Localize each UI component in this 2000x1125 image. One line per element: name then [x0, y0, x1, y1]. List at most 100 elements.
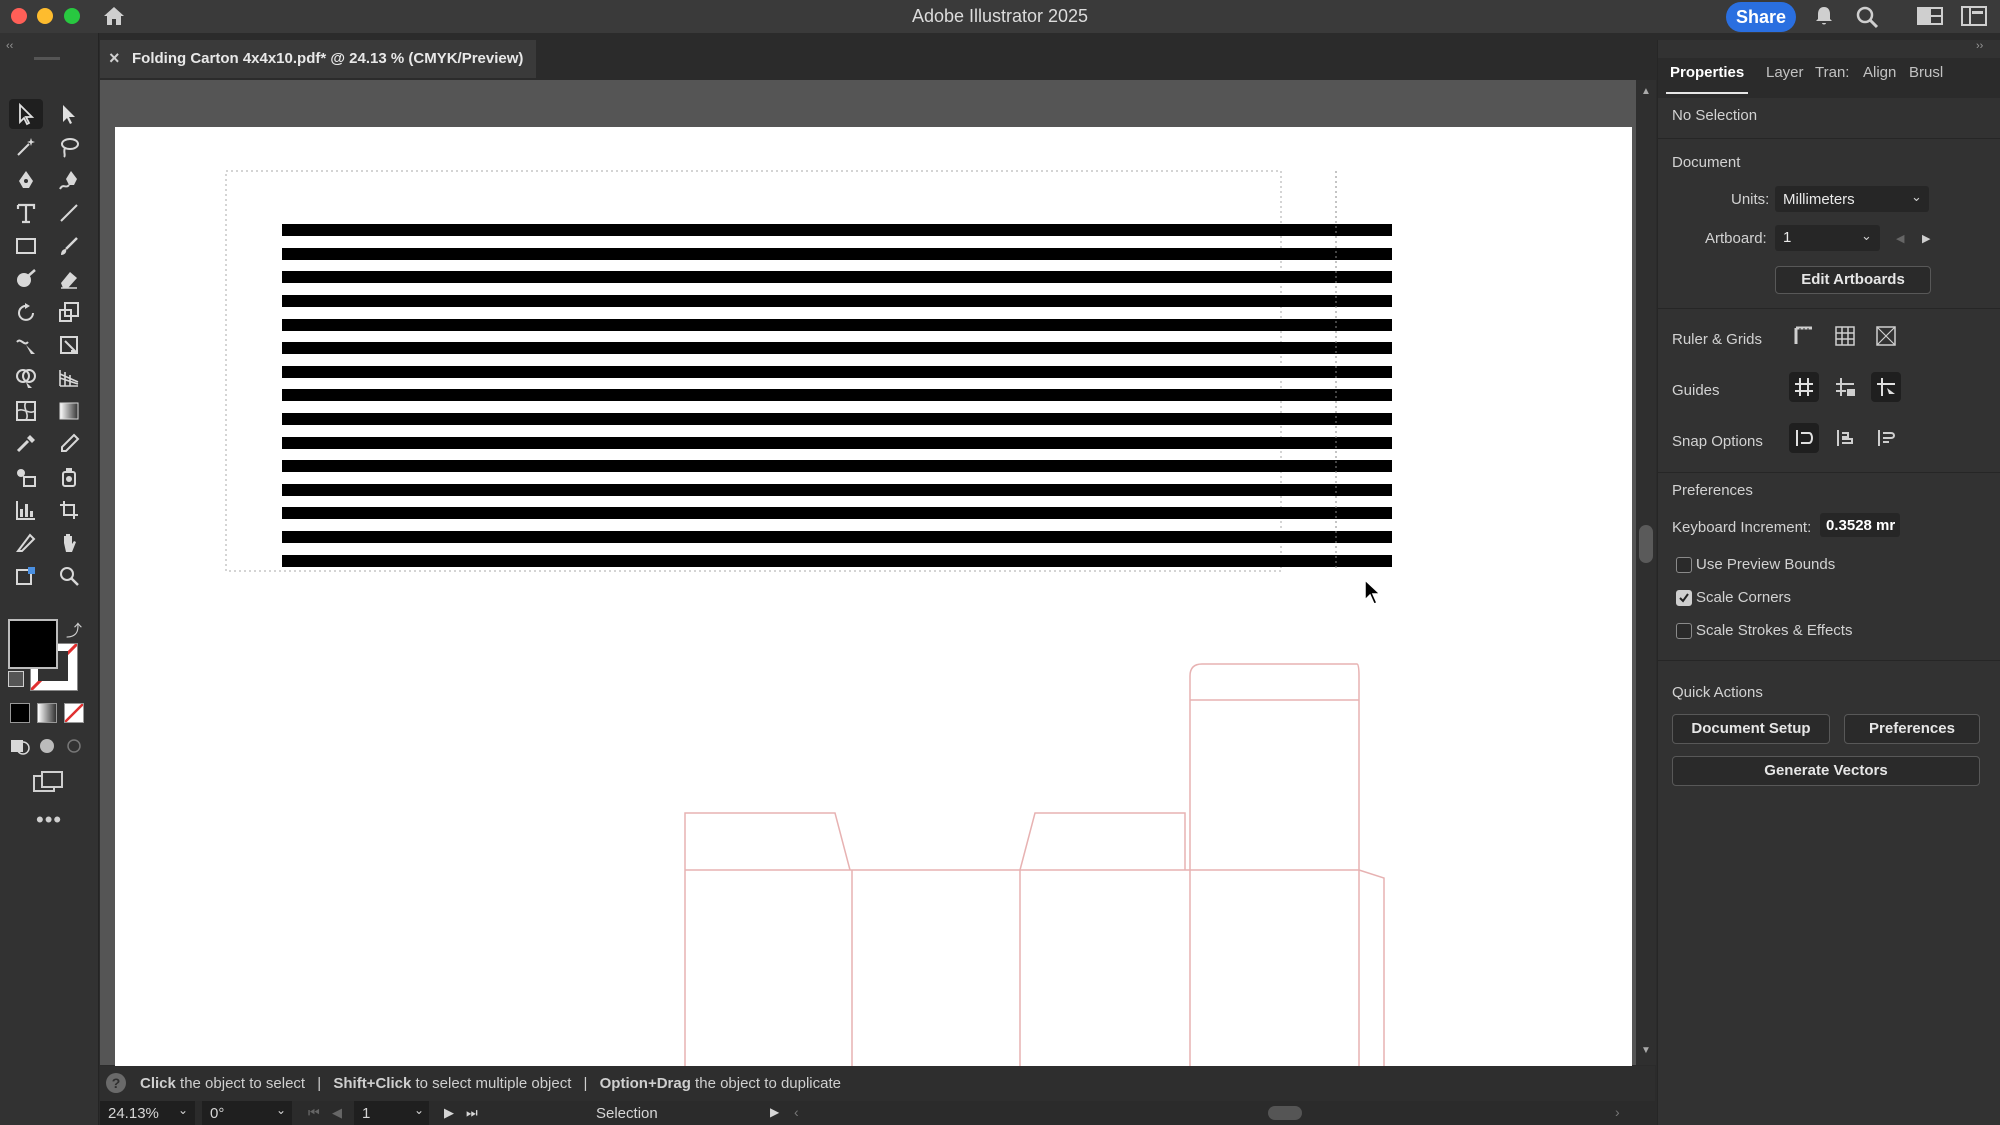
zoom-tool-icon[interactable] — [52, 561, 86, 591]
gradient-tool-icon[interactable] — [52, 396, 86, 426]
carton-dieline[interactable] — [684, 663, 1385, 1067]
units-select[interactable]: Millimeters ⌄ — [1775, 186, 1929, 212]
shape-builder-tool-icon[interactable] — [9, 363, 43, 393]
prev-artboard-panel-icon[interactable]: ◀ — [1896, 232, 1904, 245]
vertical-scrollbar[interactable]: ▲ ▼ — [1636, 80, 1656, 1065]
scroll-left-icon[interactable]: ‹ — [794, 1104, 799, 1120]
toggle-screen-mode-icon[interactable] — [9, 561, 43, 591]
more-tools-icon[interactable]: ••• — [36, 807, 62, 833]
chevron-down-icon[interactable]: ⌄ — [1861, 228, 1872, 244]
draw-inside-icon[interactable] — [64, 736, 84, 756]
rotation-field[interactable]: 0° ⌄ — [202, 1101, 292, 1125]
eyedropper-tool-icon[interactable] — [9, 429, 43, 459]
fill-swatch[interactable] — [8, 619, 58, 669]
symbol-sprayer-tool-icon[interactable] — [52, 462, 86, 492]
none-mode-icon[interactable] — [64, 703, 84, 723]
artboard[interactable] — [115, 127, 1632, 1067]
first-artboard-icon[interactable]: ⏮ — [308, 1105, 320, 1121]
rectangle-tool-icon[interactable] — [9, 231, 43, 261]
chevron-down-icon[interactable]: ⌄ — [1911, 189, 1922, 205]
collapse-toolbar-icon[interactable]: ‹‹ — [6, 40, 13, 52]
next-artboard-icon[interactable]: ▶ — [444, 1105, 454, 1121]
black-stripes[interactable] — [282, 224, 1392, 567]
prev-artboard-icon[interactable]: ◀ — [332, 1105, 342, 1121]
selection-tool-icon[interactable] — [9, 99, 43, 129]
tab-align[interactable]: Align — [1863, 64, 1896, 81]
perspective-grid-tool-icon[interactable] — [52, 363, 86, 393]
snap-to-pixel-icon[interactable] — [1830, 423, 1860, 453]
document-setup-button[interactable]: Document Setup — [1672, 714, 1830, 744]
keyboard-increment-input[interactable]: 0.3528 mr — [1820, 513, 1900, 537]
rotation-dropdown-icon[interactable]: ⌄ — [276, 1103, 286, 1117]
artboard-number-field[interactable]: 1 ⌄ — [354, 1101, 429, 1125]
horizontal-scroll-thumb[interactable] — [1268, 1106, 1302, 1120]
zoom-dropdown-icon[interactable]: ⌄ — [178, 1103, 188, 1117]
snap-to-point-icon[interactable] — [1789, 423, 1819, 453]
measure-tool-icon[interactable] — [52, 429, 86, 459]
document-tab[interactable]: × Folding Carton 4x4x10.pdf* @ 24.13 % (… — [100, 40, 536, 78]
show-guides-icon[interactable] — [1789, 372, 1819, 402]
share-button[interactable]: Share — [1726, 2, 1796, 32]
collapse-panel-icon[interactable]: ›› — [1976, 40, 1983, 52]
workspace-icon[interactable] — [1917, 5, 1943, 32]
draw-normal-icon[interactable] — [10, 736, 30, 756]
snap-to-glyph-icon[interactable] — [1871, 423, 1901, 453]
preferences-button[interactable]: Preferences — [1844, 714, 1980, 744]
draw-behind-icon[interactable] — [37, 736, 57, 756]
artboard-dropdown-icon[interactable]: ⌄ — [414, 1103, 424, 1117]
grid-icon[interactable] — [1830, 321, 1860, 351]
close-tab-icon[interactable]: × — [109, 48, 120, 69]
tab-transform[interactable]: Tran: — [1815, 64, 1849, 81]
magic-wand-tool-icon[interactable] — [9, 132, 43, 162]
blend-tool-icon[interactable] — [9, 462, 43, 492]
default-fill-stroke-icon[interactable] — [8, 671, 24, 687]
mesh-tool-icon[interactable] — [9, 396, 43, 426]
toolbar-grip[interactable] — [34, 57, 60, 60]
swap-fill-stroke-icon[interactable]: ⤴ — [66, 617, 82, 641]
scale-tool-icon[interactable] — [52, 297, 86, 327]
artboard-tool-icon[interactable] — [52, 495, 86, 525]
tab-properties[interactable]: Properties — [1670, 64, 1744, 81]
type-tool-icon[interactable] — [9, 198, 43, 228]
rotate-tool-icon[interactable] — [9, 297, 43, 327]
bell-icon[interactable] — [1813, 5, 1835, 32]
lasso-tool-icon[interactable] — [52, 132, 86, 162]
smart-guides-icon[interactable] — [1871, 372, 1901, 402]
lock-guides-icon[interactable] — [1830, 372, 1860, 402]
generate-vectors-button[interactable]: Generate Vectors — [1672, 756, 1980, 786]
shaper-tool-icon[interactable] — [9, 264, 43, 294]
paintbrush-tool-icon[interactable] — [52, 231, 86, 261]
transparency-grid-icon[interactable] — [1871, 321, 1901, 351]
ruler-icon[interactable] — [1789, 321, 1819, 351]
use-preview-bounds-checkbox[interactable] — [1676, 557, 1692, 573]
column-graph-tool-icon[interactable] — [9, 495, 43, 525]
pen-tool-icon[interactable] — [9, 165, 43, 195]
panel-toggle-icon[interactable] — [1961, 5, 1987, 32]
warp-tool-icon[interactable] — [9, 330, 43, 360]
scale-corners-checkbox[interactable] — [1676, 590, 1692, 606]
screen-mode-icon[interactable] — [32, 770, 64, 794]
scale-strokes-checkbox[interactable] — [1676, 623, 1692, 639]
gradient-mode-icon[interactable] — [37, 703, 57, 723]
scroll-right-icon[interactable]: › — [1615, 1104, 1620, 1120]
status-menu-icon[interactable]: ▶ — [770, 1105, 779, 1119]
search-icon[interactable] — [1855, 5, 1879, 34]
zoom-field[interactable]: 24.13% ⌄ — [100, 1101, 195, 1125]
curvature-tool-icon[interactable] — [52, 165, 86, 195]
tab-layers[interactable]: Layer — [1766, 64, 1804, 81]
vertical-scroll-thumb[interactable] — [1639, 525, 1653, 563]
tab-brushes[interactable]: Brusl — [1909, 64, 1943, 81]
scroll-down-icon[interactable]: ▼ — [1641, 1045, 1651, 1056]
eraser-tool-icon[interactable] — [52, 264, 86, 294]
free-transform-tool-icon[interactable] — [52, 330, 86, 360]
hand-tool-icon[interactable] — [52, 528, 86, 558]
last-artboard-icon[interactable]: ⏭ — [466, 1105, 478, 1121]
color-mode-icon[interactable] — [10, 703, 30, 723]
help-icon[interactable]: ? — [106, 1073, 126, 1093]
next-artboard-panel-icon[interactable]: ▶ — [1922, 232, 1930, 245]
direct-selection-tool-icon[interactable] — [52, 99, 86, 129]
line-tool-icon[interactable] — [52, 198, 86, 228]
edit-artboards-button[interactable]: Edit Artboards — [1775, 266, 1931, 294]
scroll-up-icon[interactable]: ▲ — [1641, 86, 1651, 97]
artboard-select[interactable]: 1 ⌄ — [1775, 225, 1880, 251]
